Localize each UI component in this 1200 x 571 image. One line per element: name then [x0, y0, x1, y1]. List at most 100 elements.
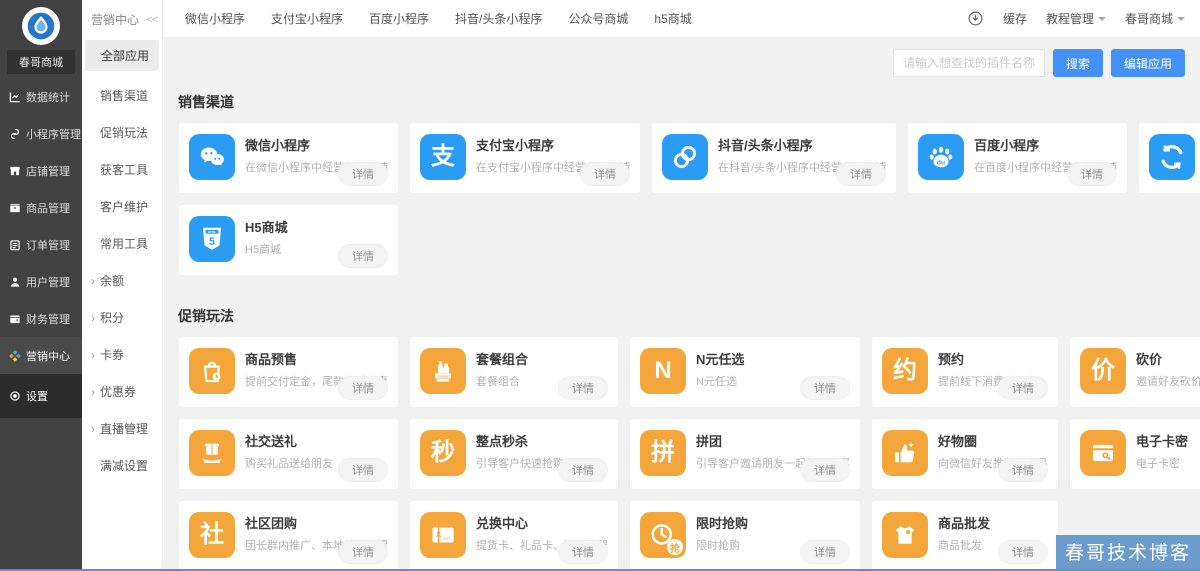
download-icon[interactable]	[967, 10, 984, 27]
sub-sidebar-item[interactable]: 获客工具	[82, 151, 162, 188]
sub-sidebar-item[interactable]: ›卡券	[82, 336, 162, 373]
sidebar-item-label: 财务管理	[26, 311, 70, 327]
card-grid: 商品预售提前交付定金，尾款享受优惠详情combo套餐组合套餐组合详情NN元任选N…	[178, 336, 1185, 571]
sub-sidebar-item[interactable]: 满减设置	[82, 447, 162, 484]
link-icon	[662, 134, 708, 180]
card-title: 砍价	[1136, 349, 1200, 368]
sub-sidebar-item[interactable]: 促销玩法	[82, 114, 162, 151]
sidebar-item-miniapp[interactable]: 小程序管理	[0, 115, 82, 152]
tshirt-icon	[882, 512, 928, 558]
tab-2[interactable]: 百度小程序	[369, 10, 429, 27]
tutorial-menu[interactable]: 教程管理	[1046, 10, 1106, 27]
sidebar-item-stats[interactable]: 数据统计	[0, 78, 82, 115]
sub-sidebar-item-label: 销售渠道	[100, 87, 148, 104]
miniapp-icon	[7, 126, 22, 141]
collapse-sidebar-button[interactable]: <<	[146, 14, 157, 26]
detail-button[interactable]: 详情	[998, 540, 1048, 564]
sidebar-item-marketing[interactable]: 营销中心	[0, 337, 82, 374]
tab-5[interactable]: h5商城	[654, 10, 691, 27]
card-title: 兑换中心	[476, 513, 608, 532]
card-title: 电子卡密	[1136, 431, 1200, 450]
sidebar-item-label: 用户管理	[26, 274, 70, 290]
card-title: H5商城	[245, 217, 388, 236]
chevron-down-icon	[1098, 17, 1106, 21]
sub-sidebar-item[interactable]: ›直播管理	[82, 410, 162, 447]
sidebar-item-shop[interactable]: 店铺管理	[0, 152, 82, 189]
detail-button[interactable]: 详情	[558, 376, 608, 400]
tab-4[interactable]: 公众号商城	[568, 10, 628, 27]
main-sidebar: 春哥商城 数据统计小程序管理店铺管理商品管理订单管理用户管理财务管理营销中心设置	[0, 0, 82, 571]
tab-3[interactable]: 抖音/头条小程序	[455, 10, 542, 27]
detail-button[interactable]: 详情	[558, 540, 608, 564]
app-card-alipay-mini: 支支付宝小程序在支付宝小程序中经营你的店铺详情	[409, 122, 641, 194]
glyph-icon: N	[640, 348, 686, 394]
app-card-douyin-mini: 抖音/头条小程序在抖音/头条小程序中经营你的店铺详情	[651, 122, 897, 194]
section-title: 销售渠道	[178, 92, 1185, 112]
detail-button[interactable]: 详情	[338, 540, 388, 564]
chevron-right-icon: ›	[91, 385, 100, 399]
glyph-label: 秒	[431, 441, 455, 465]
sub-sidebar-item[interactable]: 全部应用	[85, 40, 159, 71]
card-title: 社交送礼	[245, 431, 388, 450]
main-content: 搜索 编辑应用 销售渠道微信小程序在微信小程序中经营你的店铺详情支支付宝小程序在…	[163, 38, 1200, 571]
gift-icon	[189, 430, 235, 476]
sub-sidebar-item[interactable]: ›积分	[82, 299, 162, 336]
sidebar-item-label: 商品管理	[26, 200, 70, 216]
glyph-label: 拼	[651, 441, 675, 465]
tutorial-label: 教程管理	[1046, 10, 1094, 27]
detail-button[interactable]: 详情	[998, 458, 1048, 482]
detail-button[interactable]: 详情	[338, 244, 388, 268]
sub-sidebar-item[interactable]: ›优惠券	[82, 373, 162, 410]
detail-button[interactable]: 详情	[338, 458, 388, 482]
sidebar-item-settings[interactable]: 设置	[0, 374, 82, 418]
card-title: 支付宝小程序	[476, 135, 630, 154]
sub-sidebar-item[interactable]: 客户维护	[82, 188, 162, 225]
detail-button[interactable]: 详情	[338, 162, 388, 186]
card-title: 套餐组合	[476, 349, 608, 368]
detail-button[interactable]: 详情	[800, 376, 850, 400]
svg-text:du: du	[937, 159, 945, 166]
presale-icon	[189, 348, 235, 394]
chevron-down-icon	[1177, 17, 1185, 21]
account-label: 春哥商城	[1125, 10, 1173, 27]
detail-button[interactable]: 详情	[558, 458, 608, 482]
card-body: 砍价邀请好友砍价后低价购买	[1136, 348, 1200, 396]
sub-sidebar-item-label: 余额	[100, 272, 124, 289]
sidebar-nav: 数据统计小程序管理店铺管理商品管理订单管理用户管理财务管理营销中心设置	[0, 78, 82, 418]
detail-button[interactable]: 详情	[998, 376, 1048, 400]
sub-sidebar-item[interactable]: 销售渠道	[82, 77, 162, 114]
app-card-exchange: GIFT兑换中心提货卡、礼品卡、送礼神器详情	[409, 500, 619, 571]
tab-0[interactable]: 微信小程序	[185, 10, 245, 27]
search-button[interactable]: 搜索	[1053, 49, 1103, 77]
thumb-icon	[882, 430, 928, 476]
edit-apps-button[interactable]: 编辑应用	[1111, 49, 1185, 77]
sub-sidebar-item[interactable]: ›余额	[82, 262, 162, 299]
detail-button[interactable]: 详情	[580, 162, 630, 186]
sidebar-item-users[interactable]: 用户管理	[0, 263, 82, 300]
sub-sidebar-item-label: 全部应用	[101, 47, 149, 64]
flashclock-icon: 抢	[640, 512, 686, 558]
sidebar-item-finance[interactable]: 财务管理	[0, 300, 82, 337]
search-input[interactable]	[893, 49, 1045, 77]
sidebar-item-orders[interactable]: 订单管理	[0, 226, 82, 263]
cache-button[interactable]: 缓存	[1003, 10, 1027, 27]
sidebar-item-goods[interactable]: 商品管理	[0, 189, 82, 226]
detail-button[interactable]: 详情	[800, 540, 850, 564]
detail-button[interactable]: 详情	[338, 376, 388, 400]
glyph-icon: 约	[882, 348, 928, 394]
card-grid: 微信小程序在微信小程序中经营你的店铺详情支支付宝小程序在支付宝小程序中经营你的店…	[178, 122, 1185, 276]
brand-name: 春哥商城	[7, 50, 75, 74]
sub-sidebar-item[interactable]: 常用工具	[82, 225, 162, 262]
detail-button[interactable]: 详情	[836, 162, 886, 186]
chevron-right-icon: ›	[91, 348, 100, 362]
detail-button[interactable]: 详情	[1067, 162, 1117, 186]
glyph-label: 价	[1091, 359, 1115, 383]
app-card-n-yuan: NN元任选N元任选详情	[629, 336, 861, 408]
tab-1[interactable]: 支付宝小程序	[271, 10, 343, 27]
app-card-community: 社社区团购团长群内推广、本地社区自提详情	[178, 500, 399, 571]
sub-sidebar-item-label: 积分	[100, 309, 124, 326]
detail-button[interactable]: 详情	[800, 458, 850, 482]
card-title: 拼团	[696, 431, 850, 450]
section-title: 促销玩法	[178, 306, 1185, 326]
account-menu[interactable]: 春哥商城	[1125, 10, 1185, 27]
